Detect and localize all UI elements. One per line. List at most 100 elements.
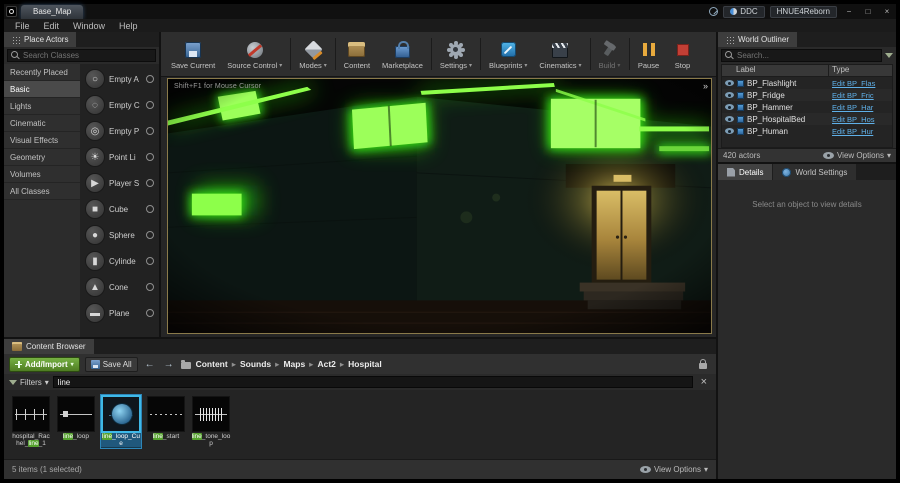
breadcrumb-item[interactable]: Maps [271, 359, 305, 370]
outliner-actor-row[interactable]: BP_Hammer Edit BP_Har [722, 101, 892, 113]
add-import-button[interactable]: Add/Import ▾ [9, 356, 80, 372]
visibility-eye-icon[interactable] [725, 128, 734, 134]
edit-blueprint-link[interactable]: Edit BP_Har [832, 103, 892, 112]
toolbar-button[interactable] [480, 38, 482, 70]
visibility-eye-icon[interactable] [725, 116, 734, 122]
breadcrumb-item[interactable]: Hospital [336, 359, 382, 370]
toolbar-button[interactable]: Build [593, 38, 627, 71]
toolbar-button[interactable]: Settings [434, 38, 478, 71]
breadcrumb-item[interactable]: Sounds [228, 359, 271, 370]
placeable-actor-item[interactable]: ● Sphere [82, 222, 157, 248]
asset-item[interactable]: line_loop [55, 394, 97, 442]
visibility-eye-icon[interactable] [725, 92, 734, 98]
menu-item[interactable]: Edit [37, 21, 67, 31]
toolbar-button[interactable]: Pause [632, 38, 666, 71]
column-header-type[interactable]: Type [828, 65, 892, 76]
filters-button[interactable]: Filters ▾ [9, 378, 49, 387]
category-item[interactable]: Cinematic [4, 115, 80, 132]
toolbar-button[interactable]: Marketplace [376, 38, 429, 71]
category-item[interactable]: Volumes [4, 166, 80, 183]
edit-blueprint-link[interactable]: Edit BP_Hur [832, 127, 892, 136]
save-all-button[interactable]: Save All [84, 356, 138, 372]
clear-filter-icon[interactable] [697, 376, 711, 388]
toolbar-button[interactable]: Modes [293, 38, 333, 71]
lock-icon[interactable] [699, 358, 707, 369]
outliner-actor-row[interactable]: BP_Fridge Edit BP_Fric [722, 89, 892, 101]
placeable-actor-item[interactable]: ▶ Player S [82, 170, 157, 196]
search-icon [11, 51, 20, 60]
menu-item[interactable]: Window [66, 21, 112, 31]
category-item[interactable]: Recently Placed [4, 64, 80, 81]
toolbar-button[interactable] [628, 38, 630, 70]
outliner-view-options-button[interactable]: View Options ▾ [822, 151, 891, 160]
edit-blueprint-link[interactable]: Edit BP_Flas [832, 79, 892, 88]
content-browser-tab[interactable]: Content Browser [4, 339, 94, 354]
placeable-actor-item[interactable]: ☀ Point Li [82, 144, 157, 170]
placeable-actor-item[interactable]: ▬ Plane [82, 300, 157, 326]
category-item[interactable]: Visual Effects [4, 132, 80, 149]
expand-panel-chevrons[interactable]: » [703, 81, 708, 91]
asset-search-input[interactable] [57, 377, 688, 387]
ddc-button[interactable]: DDC [723, 5, 765, 18]
category-item[interactable]: All Classes [4, 183, 80, 200]
content-browser-tabrow: Content Browser [4, 339, 716, 354]
placeable-actor-item[interactable]: ○ Empty A [82, 66, 157, 92]
visibility-eye-icon[interactable] [725, 104, 734, 110]
viewport-3d-scene[interactable] [168, 79, 711, 333]
breadcrumb-item[interactable]: Content [196, 359, 228, 369]
toolbar-button[interactable]: Source Control [221, 38, 288, 71]
visibility-eye-icon[interactable] [725, 80, 734, 86]
breadcrumb-item[interactable]: Act2 [305, 359, 335, 370]
toolbar-button[interactable] [430, 38, 432, 70]
close-button[interactable]: × [880, 6, 894, 17]
toolbar-button-label: Content [343, 60, 371, 70]
outliner-actor-row[interactable]: BP_HospitalBed Edit BP_Hos [722, 113, 892, 125]
menu-item[interactable]: File [8, 21, 37, 31]
asset-item[interactable]: hospital_Rachel_line_1 [10, 394, 52, 449]
toolbar-button[interactable]: Save Current [165, 38, 221, 71]
details-panel-tab[interactable]: World Settings [773, 164, 857, 180]
details-panel-tab[interactable]: Details [718, 164, 773, 180]
place-actors-search-input[interactable] [23, 51, 152, 60]
asset-item[interactable]: line_tone_loop [190, 394, 232, 449]
asset-item[interactable]: line_start [145, 394, 187, 442]
menu-item[interactable]: Help [112, 21, 145, 31]
outliner-search-input[interactable] [737, 51, 878, 60]
category-item[interactable]: Lights [4, 98, 80, 115]
toolbar-button[interactable] [290, 38, 292, 70]
edit-blueprint-link[interactable]: Edit BP_Hos [832, 115, 892, 124]
place-actors-tab[interactable]: Place Actors [4, 32, 77, 47]
toolbar-button[interactable]: Content [338, 38, 376, 71]
edit-blueprint-link[interactable]: Edit BP_Fric [832, 91, 892, 100]
level-tab[interactable]: Base_Map [21, 4, 84, 19]
column-header-label[interactable]: Label [722, 65, 828, 76]
placeable-actor-item[interactable]: ▲ Cone [82, 274, 157, 300]
outliner-filter-icon[interactable] [885, 53, 893, 58]
toolbar-button[interactable]: Cinematics [533, 38, 587, 71]
toolbar-button[interactable]: Stop [666, 38, 700, 71]
item-grip-icon [146, 75, 154, 83]
outliner-actor-row[interactable]: BP_Flashlight Edit BP_Flas [722, 77, 892, 89]
world-outliner-tab[interactable]: World Outliner [718, 32, 797, 47]
toolbar-button[interactable]: Blueprints [483, 38, 533, 71]
placeable-actor-item[interactable]: ◎ Empty P [82, 118, 157, 144]
world-settings-icon [782, 167, 792, 177]
back-arrow-icon[interactable] [143, 359, 157, 370]
placeable-actor-item[interactable]: ▮ Cylinde [82, 248, 157, 274]
forward-arrow-icon[interactable] [162, 359, 176, 370]
asset-item[interactable]: line_loop_Cue [100, 394, 142, 449]
placeable-actor-item[interactable]: ◌ Empty C [82, 92, 157, 118]
minimize-button[interactable]: − [842, 6, 856, 17]
toolbar-button[interactable] [589, 38, 591, 70]
category-item[interactable]: Geometry [4, 149, 80, 166]
view-options-button[interactable]: View Options ▾ [639, 465, 708, 474]
asset-thumbnail [12, 396, 50, 432]
toolbar-button[interactable] [334, 38, 336, 70]
session-name-button[interactable]: HNUE4Reborn [769, 5, 837, 18]
category-item[interactable]: Basic [4, 81, 80, 98]
level-viewport[interactable]: Shift+F1 for Mouse Cursor » [167, 78, 712, 334]
maximize-button[interactable]: □ [861, 6, 875, 17]
content-browser-toolbar: Add/Import ▾ Save All ContentSoundsMapsA… [4, 354, 716, 374]
outliner-actor-row[interactable]: BP_Human Edit BP_Hur [722, 125, 892, 137]
placeable-actor-item[interactable]: ■ Cube [82, 196, 157, 222]
